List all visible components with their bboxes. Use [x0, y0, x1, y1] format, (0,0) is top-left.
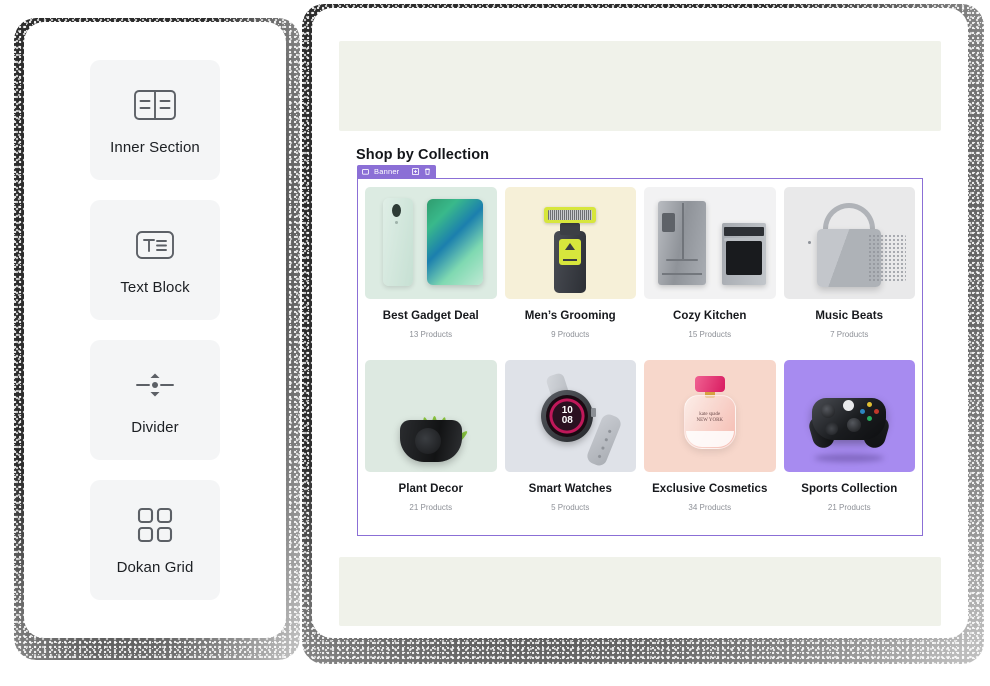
collection-thumbnail-kitchen: [644, 187, 776, 299]
text-block-icon: [132, 225, 178, 265]
placeholder-block-top: [339, 41, 941, 131]
collection-name: Men’s Grooming: [524, 310, 616, 322]
status-badge[interactable]: Banner: [357, 165, 437, 178]
collection-thumbnail-speaker: [783, 187, 915, 299]
collection-card[interactable]: kate spade NEW YORK Exclusive Cosmetics …: [644, 360, 776, 529]
collection-card[interactable]: Music Beats 7 Products: [783, 187, 915, 356]
editor-canvas-panel: Shop by Collection Banner Best Gadget De…: [312, 8, 968, 638]
divider-icon: [132, 365, 178, 405]
collection-thumbnail-watch: 10 08: [504, 360, 636, 472]
delete-icon[interactable]: [424, 168, 431, 175]
sidebar-item-dokan-grid[interactable]: Dokan Grid: [90, 480, 220, 600]
collection-card[interactable]: Cozy Kitchen 15 Products: [644, 187, 776, 356]
collection-thumbnail-controller: [783, 360, 915, 472]
sidebar-item-label: Text Block: [120, 278, 190, 296]
sidebar-item-inner-section[interactable]: Inner Section: [90, 60, 220, 180]
collection-count: 7 Products: [830, 330, 869, 339]
sidebar-item-divider[interactable]: Divider: [90, 340, 220, 460]
collection-grid[interactable]: Best Gadget Deal 13 Products Men’s Groom…: [357, 178, 923, 536]
collection-card[interactable]: 10 08 Smart Watches 5 Products: [504, 360, 636, 529]
page-title: Shop by Collection: [356, 147, 490, 163]
watch-face-line2: 08: [561, 415, 573, 426]
collection-thumbnail-razor: [504, 187, 636, 299]
collection-thumbnail-plant: [365, 360, 497, 472]
collection-count: 9 Products: [551, 330, 590, 339]
status-badge-label: Banner: [374, 167, 400, 176]
sidebar-item-label: Inner Section: [110, 138, 200, 156]
collection-name: Best Gadget Deal: [382, 310, 479, 322]
collection-name: Smart Watches: [528, 483, 612, 495]
sidebar-item-text-block[interactable]: Text Block: [90, 200, 220, 320]
sidebar-item-label: Divider: [131, 418, 179, 436]
collection-card[interactable]: Plant Decor 21 Products: [365, 360, 497, 529]
sidebar-item-label: Dokan Grid: [116, 558, 194, 576]
collection-card[interactable]: Men’s Grooming 9 Products: [504, 187, 636, 356]
collection-count: 15 Products: [688, 330, 732, 339]
collection-name: Plant Decor: [398, 483, 463, 495]
widget-list: Inner Section Text Block Divider Dokan G…: [24, 22, 286, 638]
collection-count: 13 Products: [409, 330, 453, 339]
placeholder-block-bottom: [339, 557, 941, 626]
collection-card[interactable]: Best Gadget Deal 13 Products: [365, 187, 497, 356]
collection-thumbnail-perfume: kate spade NEW YORK: [644, 360, 776, 472]
duplicate-icon[interactable]: [412, 168, 420, 175]
collection-count: 21 Products: [409, 503, 453, 512]
collection-name: Sports Collection: [801, 483, 898, 495]
perfume-sub: NEW YORK: [696, 418, 724, 423]
collection-thumbnail-tablet: [365, 187, 497, 299]
collection-name: Music Beats: [815, 310, 884, 322]
collection-count: 5 Products: [551, 503, 590, 512]
widget-sidebar-panel: Inner Section Text Block Divider Dokan G…: [24, 22, 286, 638]
inner-section-icon: [132, 85, 178, 125]
collection-count: 21 Products: [827, 503, 871, 512]
screenshot-stage: Inner Section Text Block Divider Dokan G…: [0, 0, 990, 686]
dokan-grid-icon: [132, 505, 178, 545]
collection-card[interactable]: Sports Collection 21 Products: [783, 360, 915, 529]
collection-count: 34 Products: [688, 503, 732, 512]
banner-handle-icon: [362, 168, 369, 175]
collection-name: Cozy Kitchen: [673, 310, 747, 322]
collection-name: Exclusive Cosmetics: [652, 483, 768, 495]
